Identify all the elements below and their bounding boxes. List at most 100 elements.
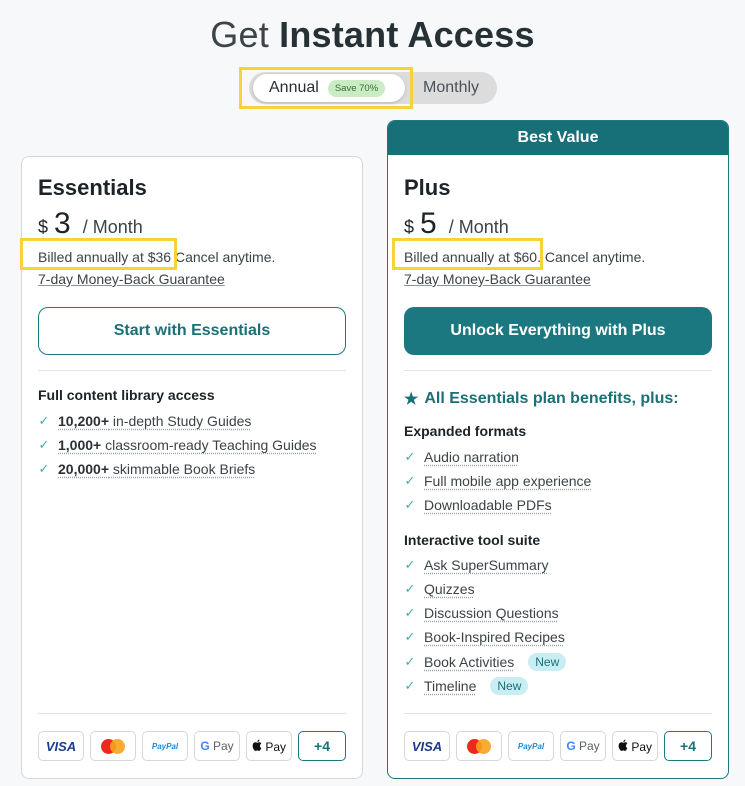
visa-text: VISA [411, 738, 443, 754]
visa-text: VISA [45, 738, 77, 754]
gpay-text: Pay [209, 739, 234, 753]
start-essentials-button[interactable]: Start with Essentials [38, 307, 346, 355]
paypal-text-b: Pal [532, 741, 545, 751]
feature-link[interactable]: Book-Inspired Recipes [424, 629, 565, 645]
section-title-expanded: Expanded formats [404, 423, 527, 439]
price-amount: 3 [54, 207, 71, 240]
feature-label: classroom-ready Teaching Guides [101, 437, 317, 453]
google-pay-icon: G Pay [560, 731, 606, 761]
currency-symbol: $ [404, 217, 415, 237]
feature-item: ✓ Book Activities New [404, 653, 567, 671]
feature-link[interactable]: Ask SuperSummary [424, 557, 548, 573]
feature-link[interactable]: Discussion Questions [424, 605, 559, 621]
feature-item: ✓ Book-Inspired Recipes [404, 629, 565, 645]
benefits-heading: ★ All Essentials plan benefits, plus: [404, 389, 679, 409]
paypal-text-b: Pal [166, 741, 179, 751]
check-icon: ✓ [38, 413, 50, 428]
feature-label: in-depth Study Guides [109, 413, 252, 429]
cancel-note: Cancel anytime. [171, 249, 276, 265]
more-payment-methods-button[interactable]: +4 [298, 731, 346, 761]
gpay-g: G [566, 739, 576, 753]
feature-count: 10,200+ [58, 413, 109, 429]
page-title-bold: Instant Access [279, 14, 535, 55]
gpay-text: Pay [575, 739, 600, 753]
billed-amount: Billed annually at $36 [38, 249, 172, 265]
feature-link[interactable]: Downloadable PDFs [424, 497, 552, 513]
paypal-icon: PayPal [508, 731, 554, 761]
feature-item: ✓ Full mobile app experience [404, 473, 592, 489]
unlock-plus-button[interactable]: Unlock Everything with Plus [404, 307, 712, 355]
plan-card-essentials: Essentials $ 3 / Month Billed annually a… [21, 156, 363, 779]
payment-methods: VISA PayPal G Pay Pay +4 [38, 731, 346, 761]
paypal-text-a: Pay [151, 741, 167, 751]
feature-link[interactable]: Quizzes [424, 581, 475, 597]
divider [38, 370, 346, 371]
page-title-prefix: Get [210, 14, 269, 55]
gpay-g: G [200, 739, 210, 753]
feature-item: ✓ 10,200+ in-depth Study Guides [38, 413, 252, 429]
apple-pay-text: Pay [261, 739, 286, 754]
check-icon: ✓ [404, 557, 416, 572]
cancel-note: Cancel anytime. [541, 249, 646, 265]
page-title: Get Instant Access [0, 14, 745, 56]
benefits-heading-text: All Essentials plan benefits, plus: [424, 390, 679, 407]
save-badge: Save 70% [327, 79, 386, 97]
visa-icon: VISA [38, 731, 84, 761]
apple-pay-text: Pay [627, 739, 652, 754]
divider [404, 370, 712, 371]
price-period: / Month [82, 217, 143, 237]
guarantee-link[interactable]: 7-day Money-Back Guarantee [38, 271, 225, 287]
feature-link[interactable]: Full mobile app experience [424, 473, 591, 489]
paypal-icon: PayPal [142, 731, 188, 761]
feature-count: 20,000+ [58, 461, 109, 477]
billing-option-monthly[interactable]: Monthly [423, 72, 479, 104]
price-amount: 5 [420, 207, 437, 240]
price-period: / Month [448, 217, 509, 237]
check-icon: ✓ [38, 437, 50, 452]
feature-label: skimmable Book Briefs [109, 461, 256, 477]
check-icon: ✓ [404, 678, 416, 693]
mastercard-icon [456, 731, 502, 761]
check-icon: ✓ [404, 629, 416, 644]
apple-pay-icon: Pay [612, 731, 658, 761]
feature-link[interactable]: Timeline [424, 678, 476, 694]
feature-link[interactable]: 1,000+ classroom-ready Teaching Guides [58, 437, 317, 453]
check-icon: ✓ [404, 654, 416, 669]
star-icon: ★ [404, 391, 419, 408]
billed-amount: Billed annually at $60. [404, 249, 541, 265]
price-row: $ 5 / Month [404, 207, 509, 241]
plan-name: Essentials [38, 175, 147, 200]
new-badge: New [528, 653, 567, 671]
more-payment-methods-button[interactable]: +4 [664, 731, 712, 761]
price-row: $ 3 / Month [38, 207, 143, 241]
check-icon: ✓ [38, 461, 50, 476]
divider [38, 713, 346, 714]
feature-item: ✓ Ask SuperSummary [404, 557, 549, 573]
visa-icon: VISA [404, 731, 450, 761]
plan-name: Plus [404, 175, 451, 200]
google-pay-icon: G Pay [194, 731, 240, 761]
plan-card-plus: Best Value Plus $ 5 / Month Billed annua… [387, 120, 729, 779]
feature-item: ✓ 20,000+ skimmable Book Briefs [38, 461, 256, 477]
guarantee-link[interactable]: 7-day Money-Back Guarantee [404, 271, 591, 287]
feature-item: ✓ Timeline New [404, 677, 529, 695]
feature-link[interactable]: Book Activities [424, 654, 514, 670]
check-icon: ✓ [404, 497, 416, 512]
feature-link[interactable]: 10,200+ in-depth Study Guides [58, 413, 251, 429]
section-title: Full content library access [38, 387, 215, 403]
divider [404, 713, 712, 714]
billing-note: Billed annually at $36 Cancel anytime. [38, 249, 275, 265]
new-badge: New [490, 677, 529, 695]
feature-link[interactable]: Audio narration [424, 449, 519, 465]
apple-pay-icon: Pay [246, 731, 292, 761]
billing-note: Billed annually at $60. Cancel anytime. [404, 249, 645, 265]
paypal-text-a: Pay [517, 741, 533, 751]
section-title-interactive: Interactive tool suite [404, 532, 541, 548]
billing-option-annual[interactable]: Annual Save 70% [253, 74, 405, 102]
billing-toggle[interactable]: Annual Save 70% Monthly [249, 72, 497, 104]
feature-link[interactable]: 20,000+ skimmable Book Briefs [58, 461, 255, 477]
mastercard-icon [90, 731, 136, 761]
feature-item: ✓ Downloadable PDFs [404, 497, 552, 513]
feature-item: ✓ 1,000+ classroom-ready Teaching Guides [38, 437, 317, 453]
feature-count: 1,000+ [58, 437, 102, 453]
